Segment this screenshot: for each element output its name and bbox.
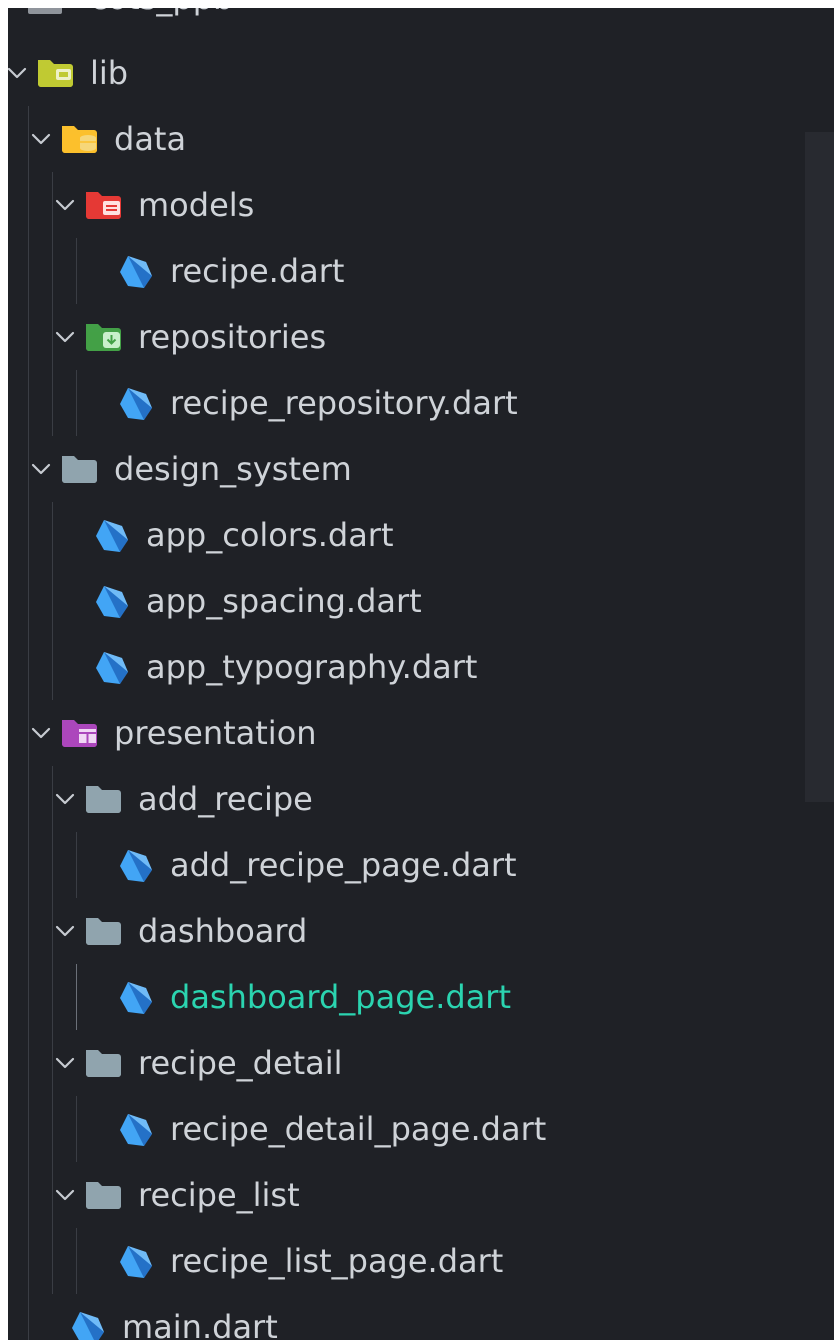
file-label: app_typography.dart (146, 648, 478, 686)
lib-folder-icon (36, 54, 76, 94)
folder-icon (84, 912, 124, 952)
folder-label: recipe_list (138, 1176, 300, 1214)
tree-folder-row[interactable]: repositories (8, 304, 798, 370)
tree-file-row[interactable]: main.dart (8, 1294, 798, 1340)
scrollbar-thumb[interactable] (805, 132, 834, 802)
tree-file-row[interactable]: add_recipe_page.dart (8, 832, 798, 898)
folder-label: models (138, 186, 255, 224)
chevron-down-icon[interactable] (54, 1030, 78, 1096)
tree-file-row[interactable]: dashboard_page.dart (8, 964, 798, 1030)
tree-folder-row[interactable]: recipe_list (8, 1162, 798, 1228)
dart-file-icon (92, 516, 132, 556)
dart-file-icon (116, 252, 156, 292)
folder-label: recipe_detail (138, 1044, 343, 1082)
chevron-down-icon[interactable] (54, 898, 78, 964)
folder-label: dashboard (138, 912, 308, 950)
chevron-down-icon[interactable] (54, 766, 78, 832)
chevron-down-icon[interactable] (8, 40, 30, 106)
chevron-down-icon[interactable] (30, 106, 54, 172)
dart-file-icon (116, 978, 156, 1018)
file-label: main.dart (122, 1308, 278, 1340)
folder-label: data (114, 120, 187, 158)
tree-folder-row[interactable]: dashboard (8, 898, 798, 964)
tree-file-row[interactable]: app_spacing.dart (8, 568, 798, 634)
tree-file-row[interactable]: recipe_detail_page.dart (8, 1096, 798, 1162)
file-label: recipe_detail_page.dart (170, 1110, 547, 1148)
dart-file-icon (92, 582, 132, 622)
tree-folder-row[interactable]: recipe_detail (8, 1030, 798, 1096)
dart-file-icon (116, 846, 156, 886)
dart-file-icon (92, 648, 132, 688)
database-folder-icon (60, 120, 100, 160)
file-label: dashboard_page.dart (170, 978, 511, 1016)
folder-label: lib (90, 54, 129, 92)
tree-folder-row[interactable]: data (8, 106, 798, 172)
tree-folder-row[interactable]: presentation (8, 700, 798, 766)
tree-folder-row[interactable]: lib (8, 40, 798, 106)
folder-icon (84, 1176, 124, 1216)
tree-file-row[interactable]: recipe.dart (8, 238, 798, 304)
chevron-down-icon[interactable] (30, 436, 54, 502)
tree-file-row[interactable]: app_colors.dart (8, 502, 798, 568)
root-folder-label[interactable]: cots_ppb (90, 8, 233, 18)
repository-folder-icon (84, 318, 124, 358)
file-label: app_colors.dart (146, 516, 394, 554)
folder-icon (84, 1044, 124, 1084)
dart-file-icon (116, 1110, 156, 1150)
dart-file-icon (116, 384, 156, 424)
dart-file-icon (68, 1308, 108, 1340)
tree-file-row[interactable]: recipe_repository.dart (8, 370, 798, 436)
chevron-down-icon[interactable] (54, 172, 78, 238)
folder-icon (84, 780, 124, 820)
folder-label: add_recipe (138, 780, 313, 818)
dart-file-icon (116, 1242, 156, 1282)
file-label: add_recipe_page.dart (170, 846, 517, 884)
root-folder-icon (28, 8, 62, 14)
chevron-down-icon[interactable] (54, 304, 78, 370)
file-label: app_spacing.dart (146, 582, 422, 620)
file-label: recipe_repository.dart (170, 384, 518, 422)
layout-folder-icon (60, 714, 100, 754)
chevron-down-icon[interactable] (30, 700, 54, 766)
models-folder-icon (84, 186, 124, 226)
file-label: recipe_list_page.dart (170, 1242, 504, 1280)
folder-label: presentation (114, 714, 317, 752)
tree-file-row[interactable]: recipe_list_page.dart (8, 1228, 798, 1294)
folder-label: repositories (138, 318, 327, 356)
folder-icon (60, 450, 100, 490)
tree-folder-row[interactable]: add_recipe (8, 766, 798, 832)
tree-file-row[interactable]: app_typography.dart (8, 634, 798, 700)
file-label: recipe.dart (170, 252, 345, 290)
file-explorer-panel: cots_ppb lib data models recipe.dart reposit… (8, 8, 834, 1340)
tree-folder-row[interactable]: models (8, 172, 798, 238)
tree-folder-row[interactable]: design_system (8, 436, 798, 502)
chevron-down-icon[interactable] (54, 1162, 78, 1228)
folder-label: design_system (114, 450, 352, 488)
